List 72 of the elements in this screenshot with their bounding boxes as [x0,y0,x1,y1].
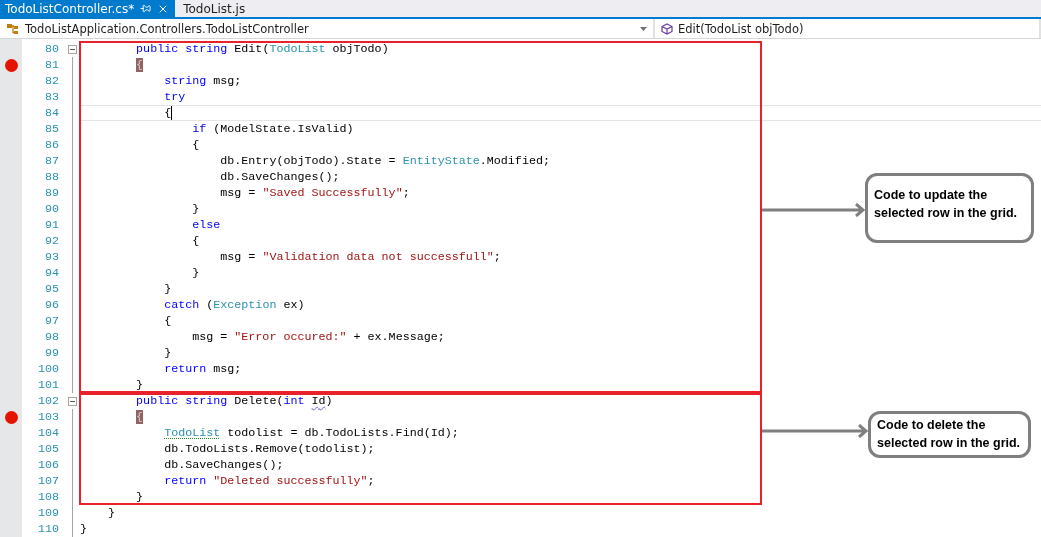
line-number: 96 [43,297,59,313]
code-line: string msg; [163,74,242,88]
line-number: 87 [43,153,59,169]
line-number: 82 [43,73,59,89]
type-dropdown[interactable]: TodoListApplication.Controllers.TodoListController [0,19,655,38]
code-line: } [80,522,87,536]
line-number: 100 [36,361,59,377]
class-icon [6,22,20,35]
code-line: } [163,282,172,296]
line-number: 80 [43,41,59,57]
member-dropdown[interactable]: Edit(TodoList objTodo) [655,19,1041,38]
line-number: 107 [36,473,59,489]
line-number: 110 [36,521,59,537]
code-line: public string Delete(int Id) [135,394,333,408]
callout-note: Code to delete the selected row in the grid. [868,411,1031,458]
line-number: 108 [36,489,59,505]
file-tab[interactable]: TodoListController.cs* [0,0,176,18]
line-number: 86 [43,137,59,153]
line-number: 94 [43,265,59,281]
code-line: return msg; [163,362,242,376]
line-number: 90 [43,201,59,217]
code-line: { [163,106,172,120]
code-line: public string Edit(TodoList objTodo) [135,42,389,56]
code-line: msg = "Saved Successfully"; [219,186,410,200]
code-line: msg = "Validation data not successfull"; [219,250,501,264]
line-number: 106 [36,457,59,473]
code-line: return "Deleted successfully"; [163,474,375,488]
collapse-icon[interactable] [68,44,77,54]
line-number: 102 [36,393,59,409]
line-number: 101 [36,377,59,393]
code-line: } [163,346,172,360]
callout-note: Code to update the selected row in the grid. [865,173,1034,243]
line-number: 93 [43,249,59,265]
line-number: 99 [43,345,59,361]
code-line: TodoList todolist = db.TodoLists.Find(Id); [163,426,459,440]
line-number: 88 [43,169,59,185]
code-line: } [135,490,144,504]
code-line: } [107,506,116,520]
line-number: 105 [36,441,59,457]
line-number: 103 [36,409,59,425]
code-line: catch (Exception ex) [163,298,305,312]
code-line: db.Entry(objTodo).State = EntityState.Modified; [219,154,550,168]
line-number: 85 [43,121,59,137]
cube-icon [661,22,673,35]
code-line: { [191,234,200,248]
code-line: else [191,218,221,232]
line-number: 95 [43,281,59,297]
code-line: } [191,266,200,280]
line-number: 97 [43,313,59,329]
dropdown-caret-icon[interactable] [640,26,647,31]
code-line: } [191,202,200,216]
code-line: db.SaveChanges(); [163,458,284,472]
collapse-icon[interactable] [68,396,77,406]
line-number: 104 [36,425,59,441]
line-number: 91 [43,217,59,233]
code-line: msg = "Error occured:" + ex.Message; [191,330,445,344]
code-line: if (ModelState.IsValid) [191,122,354,136]
code-line: try [163,90,186,104]
code-line: } [135,378,144,392]
line-number: 81 [43,57,59,73]
line-number: 98 [43,329,59,345]
line-number: 83 [43,89,59,105]
breakpoint-margin[interactable] [0,39,22,537]
code-line: { [163,314,172,328]
line-number: 109 [36,505,59,521]
code-line: { [191,138,200,152]
line-number: 92 [43,233,59,249]
code-line: db.SaveChanges(); [219,170,340,184]
line-number: 89 [43,185,59,201]
code-line: db.TodoLists.Remove(todolist); [163,442,375,456]
pin-icon[interactable] [140,3,152,15]
line-number: 84 [43,105,59,121]
